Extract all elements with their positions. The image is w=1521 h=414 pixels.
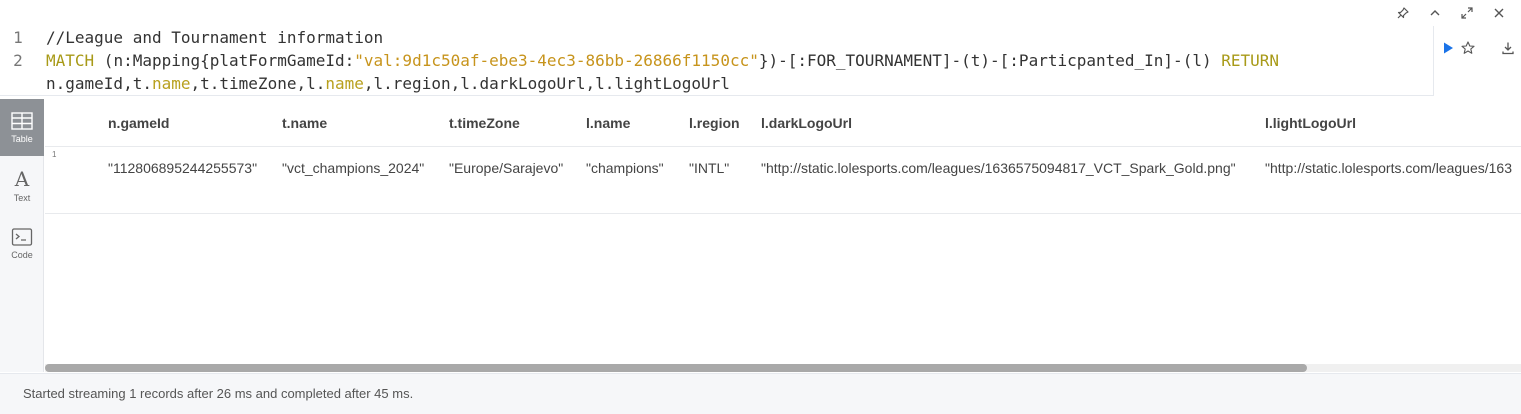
query-return-c: ,l.region,l.darkLogoUrl,l.lightLogoUrl: [363, 74, 730, 93]
column-header: t.timeZone: [449, 115, 520, 131]
view-text-label: Text: [13, 192, 31, 203]
query-return-b: ,t.timeZone,l.: [190, 74, 326, 93]
code-line-1: 1 //League and Tournament information: [0, 26, 383, 49]
table-header: n.gameId t.name t.timeZone l.name l.regi…: [45, 99, 1521, 147]
close-icon: [1494, 8, 1504, 18]
query-prop-name: name: [325, 74, 364, 93]
status-message: Started streaming 1 records after 26 ms …: [23, 386, 414, 401]
row-number: 1: [52, 150, 57, 159]
result-frame-controls: [1387, 0, 1521, 26]
view-switcher: Table A Text Code: [0, 99, 44, 372]
status-bar: Started streaming 1 records after 26 ms …: [0, 373, 1521, 414]
query-prop-name: name: [151, 74, 191, 93]
close-button[interactable]: [1483, 0, 1515, 26]
column-header: l.region: [689, 115, 740, 131]
view-code-button[interactable]: Code: [0, 215, 44, 272]
text-icon: A: [14, 166, 30, 191]
line-number: 2: [13, 51, 23, 70]
query-relationship-pattern: })-[:FOR_TOURNAMENT]-(t)-[:Particpanted_…: [758, 51, 1222, 70]
table-cell: "http://static.lolesports.com/leagues/16…: [761, 160, 1236, 176]
column-header: l.lightLogoUrl: [1265, 115, 1356, 131]
view-text-button[interactable]: A Text: [0, 157, 44, 214]
favorite-button[interactable]: [1456, 36, 1480, 60]
editor-actions: [1434, 26, 1521, 70]
chevron-up-icon: [1430, 10, 1440, 16]
column-header: l.name: [586, 115, 631, 131]
download-icon: [1502, 42, 1514, 55]
table-cell: "Europe/Sarajevo": [449, 160, 564, 176]
column-header: n.gameId: [108, 115, 170, 131]
keyword-return: RETURN: [1221, 51, 1280, 70]
table-cell: "champions": [586, 160, 664, 176]
query-editor[interactable]: 1 //League and Tournament information 2 MA…: [0, 26, 1434, 96]
line-number: 1: [13, 28, 23, 47]
view-table-label: Table: [11, 133, 33, 144]
results-table: n.gameId t.name t.timeZone l.name l.regi…: [45, 99, 1521, 372]
star-icon: [1461, 41, 1475, 54]
fullscreen-button[interactable]: [1451, 0, 1483, 26]
table-cell: "INTL": [689, 160, 730, 176]
query-return-a: n.gameId,t.: [46, 74, 152, 93]
table-cell: "112806895244255573": [108, 160, 258, 176]
code-icon: [11, 227, 33, 246]
pin-button[interactable]: [1387, 0, 1419, 26]
view-table-button[interactable]: Table: [0, 99, 44, 156]
table-row: 1 "112806895244255573" "vct_champions_20…: [45, 147, 1521, 214]
keyword-match: MATCH: [46, 51, 95, 70]
expand-icon: [1461, 7, 1473, 19]
collapse-button[interactable]: [1419, 0, 1451, 26]
code-line-2-wrap: n.gameId,t.name,t.timeZone,l.name,l.regi…: [0, 72, 730, 95]
column-header: t.name: [282, 115, 328, 131]
download-button[interactable]: [1496, 36, 1520, 60]
code-line-2: 2 MATCH (n:Mapping{platFormGameId:"val:9d…: [0, 49, 1279, 72]
table-cell: "vct_champions_2024": [282, 160, 425, 176]
query-node-pattern: (n:Mapping{platFormGameId:: [94, 51, 355, 70]
table-icon: [11, 111, 33, 130]
pin-icon: [1397, 7, 1409, 19]
query-comment: //League and Tournament information: [46, 28, 384, 47]
play-icon: [1444, 42, 1453, 54]
horizontal-scrollbar[interactable]: [45, 364, 1521, 372]
query-string-literal: "val:9d1c50af-ebe3-4ec3-86bb-26866f1150c…: [354, 51, 759, 70]
view-code-label: Code: [11, 249, 33, 260]
table-cell: "http://static.lolesports.com/leagues/16…: [1265, 160, 1512, 176]
scrollbar-thumb[interactable]: [45, 364, 1307, 372]
column-header: l.darkLogoUrl: [761, 115, 853, 131]
